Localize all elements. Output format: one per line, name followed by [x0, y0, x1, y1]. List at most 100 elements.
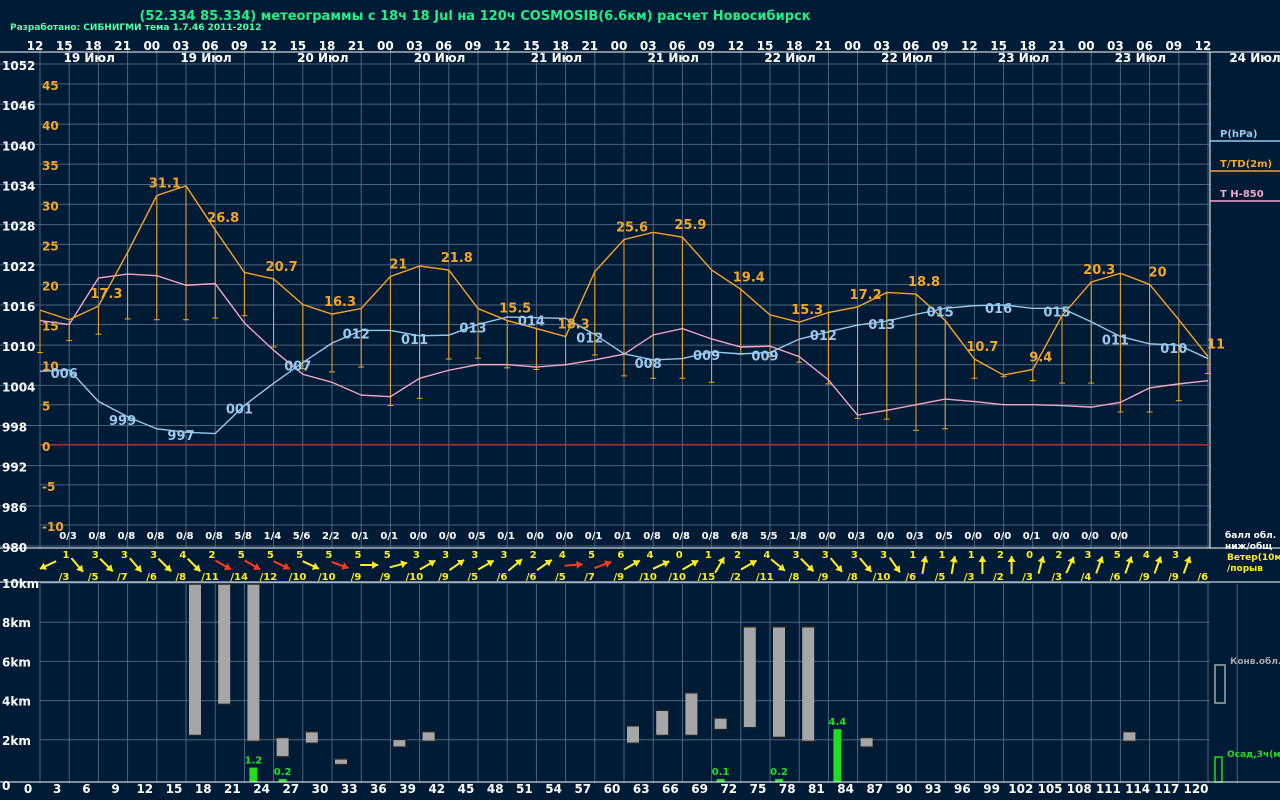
- wind-gust-label: /6: [1197, 572, 1208, 583]
- wind-speed-label: 3: [822, 550, 829, 561]
- wind-speed-label: 5: [588, 550, 595, 561]
- cloud-cover-label: 0/8: [118, 531, 136, 542]
- wind-arrow-head: [372, 561, 379, 569]
- legend-t850: T H-850: [1220, 189, 1264, 200]
- wind-arrow: [507, 558, 523, 572]
- cloud-cover-label: 0/8: [88, 531, 106, 542]
- wind-gust-label: /11: [201, 572, 219, 583]
- temperature-data-label: 15.3: [791, 303, 823, 318]
- convective-cloud-bar: [218, 584, 231, 705]
- wind-gust-label: /8: [789, 572, 800, 583]
- wind-speed-label: 4: [179, 550, 186, 561]
- wind-speed-label: 3: [793, 550, 800, 561]
- wind-speed-label: 0: [1026, 550, 1033, 561]
- temperature-data-label: 10.7: [966, 340, 998, 355]
- wind-arrow: [594, 560, 612, 570]
- lead-hour-label: 18: [195, 782, 212, 796]
- hour-tick-label: 21: [1049, 39, 1066, 53]
- wind-gust-label: /11: [756, 572, 774, 583]
- pressure-data-label: 999: [109, 414, 136, 429]
- cloud-cover-label: 0/8: [702, 531, 720, 542]
- hour-tick-label: 09: [698, 39, 715, 53]
- cloud-cover-label: 0/1: [351, 531, 369, 542]
- wind-gust-label: /9: [818, 572, 829, 583]
- wind-speed-label: 3: [413, 550, 420, 561]
- hour-tick-label: 12: [27, 39, 44, 53]
- lead-hour-label: 48: [487, 782, 504, 796]
- pressure-axis-label: 1016: [2, 300, 35, 314]
- wind-speed-label: 1: [968, 550, 975, 561]
- hour-tick-label: 00: [611, 39, 628, 53]
- temp-axis-label: 35: [42, 159, 59, 173]
- hour-tick-label: 09: [1165, 39, 1182, 53]
- pressure-data-label: 009: [693, 349, 720, 364]
- wind-gust-label: /5: [467, 572, 478, 583]
- wind-speed-label: 1: [705, 550, 712, 561]
- km-axis-label: 10km: [2, 577, 39, 591]
- wind-speed-label: 5: [238, 550, 245, 561]
- cloud-cover-label: 0/1: [614, 531, 632, 542]
- pressure-data-label: 006: [51, 367, 78, 382]
- wind-arrow-head: [749, 560, 757, 567]
- hour-tick-label: 21: [348, 39, 365, 53]
- wind-speed-label: 3: [92, 550, 99, 561]
- lead-hour-zero: 0: [24, 782, 32, 796]
- km-axis-label: 8km: [2, 616, 31, 630]
- pressure-axis-label: 1028: [2, 220, 35, 234]
- temperature-data-label: 16.3: [324, 295, 356, 310]
- lead-hour-label: 27: [282, 782, 299, 796]
- convective-cloud-bar: [802, 626, 815, 742]
- cloud-cover-label: 0/8: [205, 531, 223, 542]
- wind-speed-label: 5: [355, 550, 362, 561]
- wind-gust-label: /6: [1110, 572, 1121, 583]
- legend-precip-symbol: [1214, 756, 1223, 783]
- hour-tick-label: 21: [581, 39, 598, 53]
- wind-arrow: [1124, 556, 1134, 574]
- temp-axis-label: -5: [42, 480, 55, 494]
- lead-hour-label: 21: [224, 782, 241, 796]
- date-label: 22 Июл: [881, 51, 932, 65]
- lead-hour-label: 75: [750, 782, 767, 796]
- convective-cloud-bar: [1123, 731, 1136, 742]
- lead-hour-label: 6: [82, 782, 90, 796]
- cloud-cover-label: 0/0: [526, 531, 544, 542]
- wind-arrow-head: [632, 560, 640, 567]
- wind-gust-label: /3: [59, 572, 70, 583]
- wind-gust-label: /5: [88, 572, 99, 583]
- wind-arrow: [652, 560, 670, 570]
- lead-hour-label: 51: [516, 782, 533, 796]
- precip-bar: [249, 767, 258, 782]
- km-axis-label: 2km: [2, 734, 31, 748]
- hour-tick-label: 12: [1195, 39, 1212, 53]
- wind-arrow: [800, 557, 815, 573]
- km-axis-label: 4km: [2, 695, 31, 709]
- lead-hour-label: 39: [399, 782, 416, 796]
- cloud-cover-label: 0/1: [585, 531, 603, 542]
- convective-cloud-bar: [685, 692, 698, 736]
- pressure-data-label: 009: [751, 350, 778, 365]
- lead-hour-label: 99: [983, 782, 1000, 796]
- wind-arrow: [564, 560, 583, 569]
- cloud-cover-label: 0/8: [147, 531, 165, 542]
- precip-bar: [833, 729, 842, 782]
- pressure-data-label: 001: [226, 402, 253, 417]
- wind-arrow: [859, 557, 873, 573]
- temperature-data-label: 31.1: [149, 176, 181, 191]
- pressure-data-label: 015: [927, 305, 954, 320]
- wind-gust-label: /2: [730, 572, 741, 583]
- date-label: 20 Июл: [297, 51, 348, 65]
- wind-arrow-head: [690, 560, 699, 567]
- cloud-cover-label: 0/0: [1081, 531, 1099, 542]
- pressure-axis-label: 1052: [2, 59, 35, 73]
- wind-speed-label: 5: [296, 550, 303, 561]
- convective-cloud-bar: [627, 725, 639, 744]
- wind-speed-label: 1: [939, 550, 946, 561]
- pressure-data-label: 008: [635, 357, 662, 372]
- cloud-cover-label: 5/6: [293, 531, 311, 542]
- cloud-cover-label: 5/8: [234, 531, 252, 542]
- legend-cloud-cover2: ниж/общ: [1225, 541, 1272, 552]
- lead-hour-label: 69: [691, 782, 708, 796]
- wind-arrow: [70, 557, 84, 573]
- wind-speed-label: 5: [1114, 550, 1121, 561]
- convective-cloud-bar: [305, 731, 318, 744]
